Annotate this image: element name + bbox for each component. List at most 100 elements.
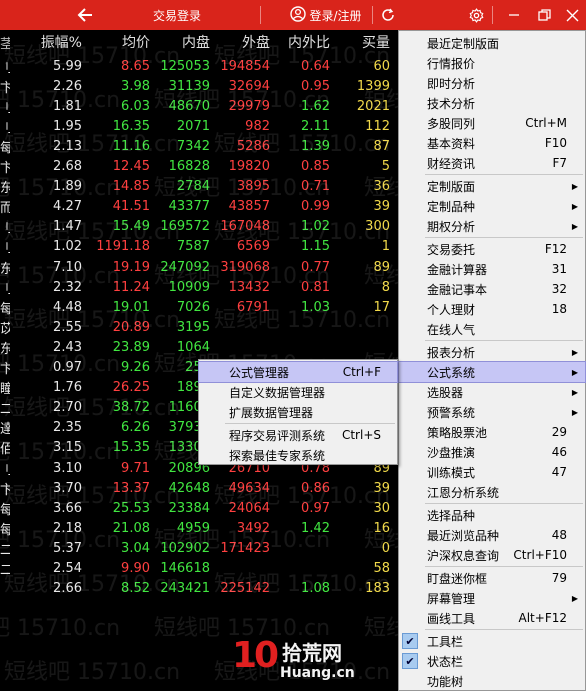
menu-item[interactable]: 在线人气 bbox=[399, 319, 585, 339]
menu-item-label: 多股同列 bbox=[427, 116, 476, 131]
back-arrow-icon[interactable] bbox=[72, 0, 98, 30]
table-row[interactable]: 东 2.43 23.89 1064 bbox=[0, 337, 400, 357]
menu-item[interactable]: 策略股票池 29 bbox=[399, 422, 585, 442]
menu-item[interactable]: 选股器 ▶ bbox=[399, 382, 585, 402]
settings-icon[interactable] bbox=[466, 0, 486, 30]
menu-item[interactable]: 扩展数据管理器 bbox=[199, 402, 397, 422]
menu-item-label: 期权分析 bbox=[427, 219, 476, 234]
menu-item[interactable]: 基本资料 F10 bbox=[399, 133, 585, 153]
menu-item[interactable]: 探索最佳专家系统 bbox=[199, 445, 397, 465]
table-row[interactable]: 刂 1.95 16.35 2071 982 2.11 112 bbox=[0, 116, 400, 136]
table-row[interactable]: 每 2.18 21.08 4959 3492 1.42 16 bbox=[0, 518, 400, 538]
menu-item[interactable]: 公式系统 ▶ bbox=[398, 361, 586, 383]
column-header[interactable]: 外盘 bbox=[210, 30, 270, 54]
menu-item[interactable]: 沙盘推演 46 bbox=[399, 442, 585, 462]
menu-item[interactable]: 金融计算器 31 bbox=[399, 259, 585, 279]
menu-item[interactable]: 最近浏览品种 48 bbox=[399, 525, 585, 545]
amplitude-cell: 4.27 bbox=[53, 199, 82, 215]
menu-item-label: 画线工具 bbox=[427, 611, 476, 626]
buy-volume-cell: 300 bbox=[365, 219, 390, 235]
table-row[interactable]: 刂 1.47 15.49 169572 167048 1.02 300 bbox=[0, 217, 400, 237]
amplitude-cell: 2.43 bbox=[53, 339, 82, 355]
refresh-icon[interactable] bbox=[378, 0, 398, 30]
menu-item-label: 自定义数据管理器 bbox=[229, 385, 326, 400]
table-row[interactable]: 卞 3.70 13.37 42648 49634 0.86 39 bbox=[0, 478, 400, 498]
table-row[interactable]: 刂 2.32 11.24 10909 13432 0.81 8 bbox=[0, 277, 400, 297]
ratio-cell: 1.15 bbox=[301, 239, 330, 255]
ratio-cell: 0.85 bbox=[301, 159, 330, 174]
menu-item[interactable]: 行情报价 bbox=[399, 53, 585, 73]
column-header[interactable]: 内外比 bbox=[270, 30, 330, 54]
menu-item[interactable]: 预警系统 ▶ bbox=[399, 402, 585, 422]
amplitude-cell: 2.13 bbox=[53, 138, 82, 154]
menu-item[interactable]: 期权分析 ▶ bbox=[399, 216, 585, 236]
amplitude-cell: 2.26 bbox=[53, 78, 82, 94]
table-row[interactable]: 刂 1.81 6.03 48670 29979 1.62 2021 bbox=[0, 96, 400, 116]
column-header[interactable]: 买量 bbox=[330, 30, 390, 54]
table-row[interactable]: 二 5.37 3.04 102902 171423 0 bbox=[0, 538, 400, 558]
outer-volume-cell: 194854 bbox=[220, 58, 270, 74]
menu-item[interactable]: 公式管理器 Ctrl+F bbox=[198, 361, 398, 383]
menu-item[interactable]: 最近定制版面 bbox=[399, 33, 585, 53]
menu-item[interactable]: 训练模式 47 bbox=[399, 462, 585, 482]
table-row[interactable]: 二 2.54 9.90 146618 58 bbox=[0, 559, 400, 579]
column-header[interactable]: 茎 bbox=[0, 30, 10, 54]
table-row[interactable]: 而 4.27 41.51 43377 43857 0.99 39 bbox=[0, 197, 400, 217]
avg-price-cell: 9.71 bbox=[121, 460, 150, 476]
buy-volume-cell: 1399 bbox=[356, 78, 390, 94]
buy-volume-cell: 0 bbox=[381, 540, 390, 556]
column-header[interactable]: 内盘 bbox=[150, 30, 210, 54]
menu-item[interactable]: 定制品种 ▶ bbox=[399, 196, 585, 216]
submenu-arrow-icon: ▶ bbox=[571, 221, 578, 231]
stock-name-cell: 二 bbox=[0, 563, 10, 578]
menu-item[interactable]: ✔ 状态栏 bbox=[399, 651, 585, 671]
trade-login-link[interactable]: 交易登录 bbox=[125, 0, 229, 30]
stock-name-cell: 二 bbox=[0, 402, 10, 418]
menu-item[interactable]: ✔ 工具栏 bbox=[399, 631, 585, 651]
avg-price-cell: 3.04 bbox=[121, 540, 150, 556]
column-header[interactable]: 均价 bbox=[90, 30, 150, 54]
table-row[interactable]: 每 3.66 25.53 23384 24064 0.97 30 bbox=[0, 498, 400, 518]
restore-icon[interactable] bbox=[535, 0, 553, 30]
minimize-icon[interactable] bbox=[505, 0, 523, 30]
menu-item[interactable]: 定制版面 ▶ bbox=[399, 176, 585, 196]
ratio-cell: 1.42 bbox=[301, 520, 330, 536]
menu-item[interactable]: 自定义数据管理器 bbox=[199, 382, 397, 402]
column-header[interactable]: 振幅% bbox=[30, 30, 82, 54]
menu-item[interactable]: 技术分析 bbox=[399, 93, 585, 113]
menu-item[interactable]: 盯盘迷你框 79 bbox=[399, 568, 585, 588]
table-row[interactable]: 东 1.89 14.85 2784 3895 0.71 36 bbox=[0, 177, 400, 197]
menu-item[interactable]: 即时分析 bbox=[399, 73, 585, 93]
menu-item[interactable]: 交易委托 F12 bbox=[399, 239, 585, 259]
table-row[interactable]: 每 2.13 11.16 7342 5286 1.39 87 bbox=[0, 136, 400, 156]
close-icon[interactable] bbox=[562, 0, 582, 30]
menu-item[interactable]: 选择品种 bbox=[399, 505, 585, 525]
menu-item[interactable]: 报表分析 ▶ bbox=[399, 342, 585, 362]
table-row[interactable]: 卞 2.26 3.98 31139 32694 0.95 1399 bbox=[0, 76, 400, 96]
menu-item[interactable]: 沪深权息查询 Ctrl+F10 bbox=[399, 545, 585, 565]
menu-item[interactable]: 江恩分析系统 bbox=[399, 482, 585, 502]
table-row[interactable]: 刂 1.02 1191.18 7587 6569 1.15 1 bbox=[0, 237, 400, 257]
menu-item[interactable]: 金融记事本 32 bbox=[399, 279, 585, 299]
menu-item[interactable]: 程序交易评测系统 Ctrl+S bbox=[199, 425, 397, 445]
menu-item[interactable]: 多股同列 Ctrl+M bbox=[399, 113, 585, 133]
menu-item[interactable]: 屏幕管理 ▶ bbox=[399, 588, 585, 608]
menu-item[interactable]: 画线工具 Alt+F12 bbox=[399, 608, 585, 628]
menu-item[interactable]: 个人理财 18 bbox=[399, 299, 585, 319]
inner-volume-cell: 43377 bbox=[168, 199, 210, 215]
avg-price-cell: 21.08 bbox=[112, 520, 150, 536]
menu-item[interactable]: 功能树 bbox=[399, 671, 585, 691]
table-row[interactable]: 苡 2.55 20.89 3195 bbox=[0, 317, 400, 337]
menu-item[interactable]: 财经资讯 F7 bbox=[399, 153, 585, 173]
inner-volume-cell: 2071 bbox=[176, 118, 210, 134]
amplitude-cell: 2.55 bbox=[53, 319, 82, 335]
menu-item-label: 交易委托 bbox=[427, 242, 476, 257]
table-row[interactable]: 2.66 8.52 243421 225142 1.08 183 bbox=[0, 579, 400, 599]
menu-item-label: 基本资料 bbox=[427, 136, 476, 151]
table-row[interactable]: 刂 5.99 8.65 125053 194854 0.64 60 bbox=[0, 56, 400, 76]
login-register-button[interactable]: 登录/注册 bbox=[278, 0, 374, 30]
table-row[interactable]: 东 7.10 19.19 247092 319068 0.77 89 bbox=[0, 257, 400, 277]
amplitude-cell: 2.54 bbox=[53, 561, 82, 576]
table-row[interactable]: 卞 2.68 12.45 16828 19820 0.85 5 bbox=[0, 157, 400, 177]
table-row[interactable]: 每 4.48 19.01 7026 6791 1.03 17 bbox=[0, 297, 400, 317]
